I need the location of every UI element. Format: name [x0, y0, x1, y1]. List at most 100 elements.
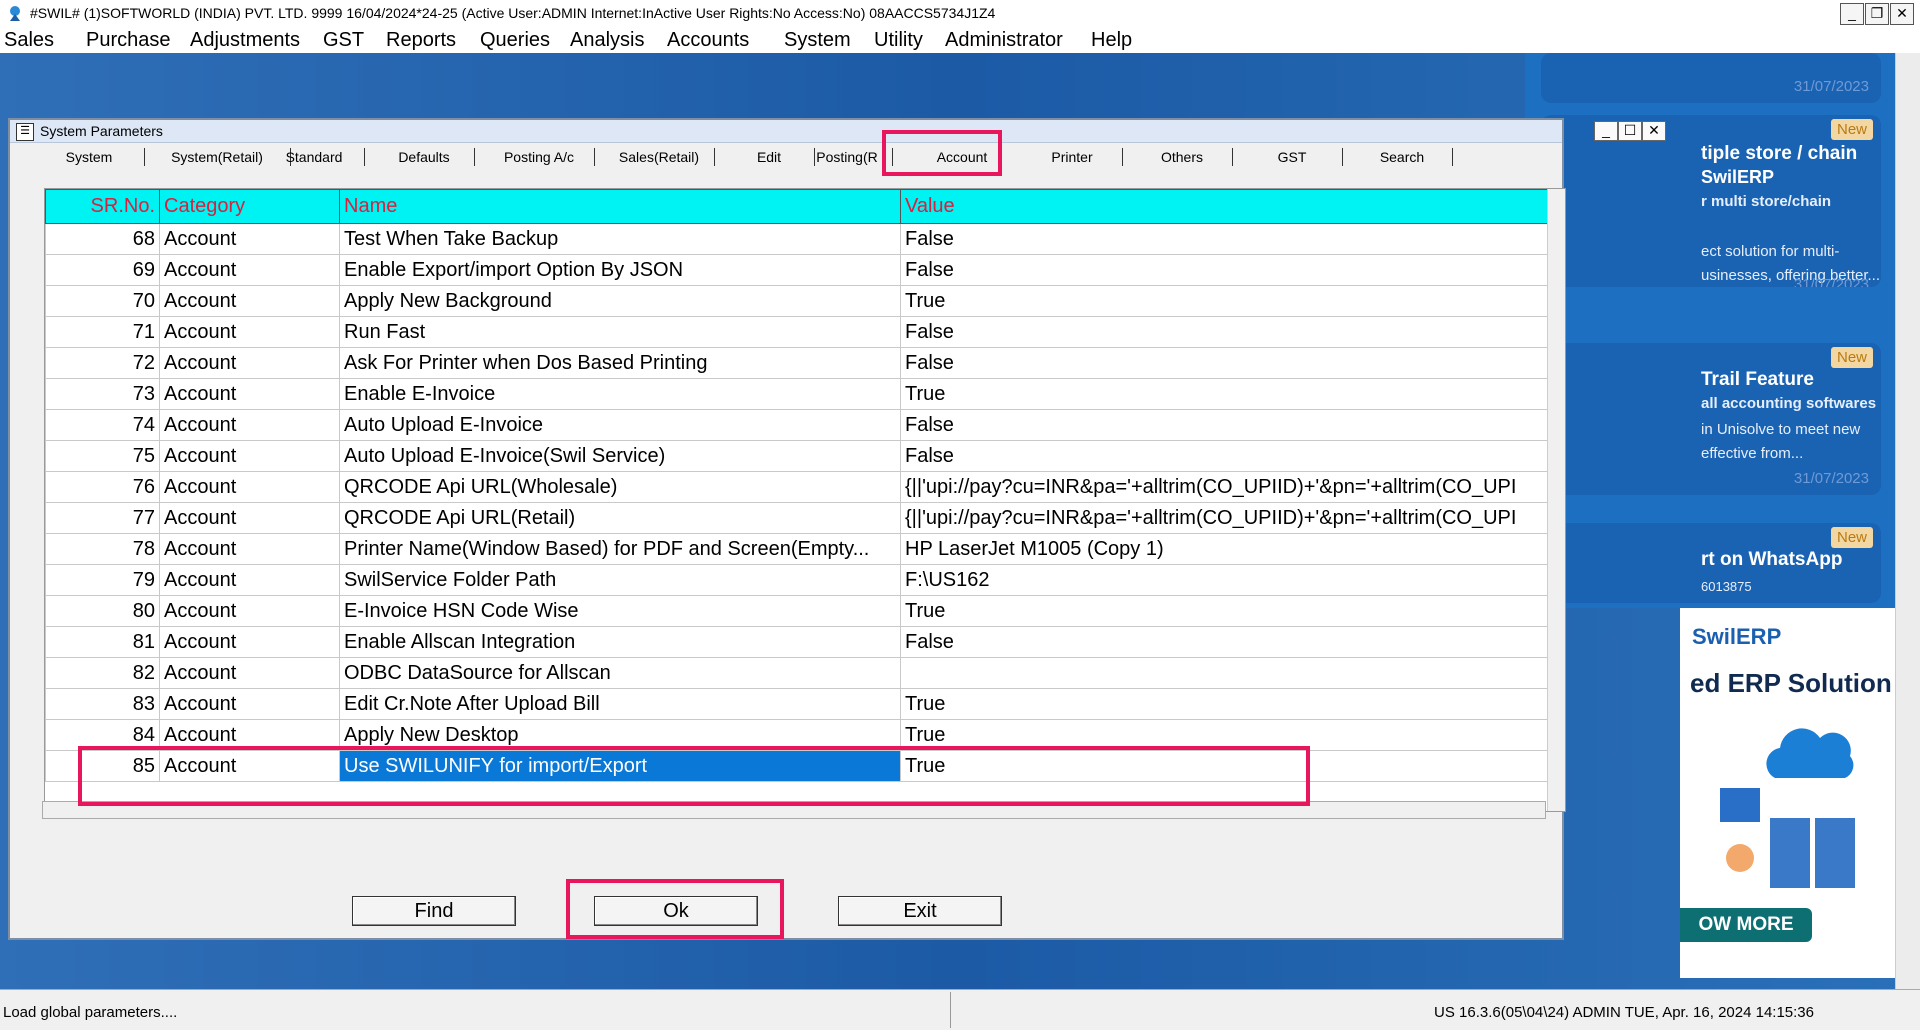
table-row[interactable]: 78 Account Printer Name(Window Based) for … — [45, 533, 1548, 565]
menu-accounts[interactable]: Accounts — [667, 29, 749, 52]
column-header-category[interactable]: Category — [159, 189, 340, 224]
menu-utility[interactable]: Utility — [874, 29, 923, 52]
row-srno: 69 — [45, 254, 160, 286]
row-category: Account — [159, 316, 340, 348]
row-srno: 72 — [45, 347, 160, 379]
row-category: Account — [159, 223, 340, 255]
menu-purchase[interactable]: Purchase — [86, 29, 171, 52]
table-row[interactable]: 77 Account QRCODE Api URL(Retail) {||'upi:/… — [45, 502, 1548, 534]
row-name: QRCODE Api URL(Wholesale) — [339, 471, 901, 503]
row-value: True — [900, 750, 1548, 782]
menu-system[interactable]: System — [784, 29, 851, 52]
table-row[interactable]: 82 Account ODBC DataSource for Allscan — [45, 657, 1548, 689]
row-srno: 74 — [45, 409, 160, 441]
parameters-table: SR.No. Category Name Value 68 Account Test Wh… — [45, 189, 1548, 782]
close-button[interactable]: ✕ — [1890, 3, 1914, 25]
table-row[interactable]: 73 Account Enable E-Invoice True — [45, 378, 1548, 410]
row-value: F:\US162 — [900, 564, 1548, 596]
window-menu-icon[interactable]: ☰ — [16, 123, 34, 141]
menu-administrator[interactable]: Administrator — [945, 29, 1063, 52]
status-separator — [950, 992, 951, 1028]
row-category: Account — [159, 347, 340, 379]
news-line: r multi store/chain — [1701, 193, 1832, 210]
table-row[interactable]: 76 Account QRCODE Api URL(Wholesale) {||'up… — [45, 471, 1548, 503]
know-more-button[interactable]: OW MORE — [1680, 908, 1812, 942]
menu-sales[interactable]: Sales — [4, 29, 54, 52]
news-date: 31/07/2023 — [1793, 276, 1869, 287]
row-category: Account — [159, 626, 340, 658]
row-value: HP LaserJet M1005 (Copy 1) — [900, 533, 1548, 565]
find-button[interactable]: Find — [352, 896, 516, 926]
row-value: {||'upi://pay?cu=INR&pa='+alltrim(CO_UPI… — [900, 502, 1548, 534]
row-category: Account — [159, 750, 340, 782]
row-name: Ask For Printer when Dos Based Printing — [339, 347, 901, 379]
row-category: Account — [159, 564, 340, 596]
tab-gst[interactable]: GST — [1242, 148, 1343, 166]
row-name: Auto Upload E-Invoice(Swil Service) — [339, 440, 901, 472]
table-row[interactable]: 84 Account Apply New Desktop True — [45, 719, 1548, 751]
menu-help[interactable]: Help — [1091, 29, 1132, 52]
row-srno: 80 — [45, 595, 160, 627]
news-card-top[interactable]: 31/07/2023 — [1541, 53, 1881, 103]
table-row[interactable]: 80 Account E-Invoice HSN Code Wise True — [45, 595, 1548, 627]
news-heading: Trail Feature — [1701, 369, 1814, 390]
window-close-button[interactable]: ✕ — [1642, 121, 1666, 141]
row-name: Enable E-Invoice — [339, 378, 901, 410]
news-line: in Unisolve to meet new — [1701, 421, 1861, 438]
row-name: Enable Export/import Option By JSON — [339, 254, 901, 286]
table-row[interactable]: 83 Account Edit Cr.Note After Upload Bill T… — [45, 688, 1548, 720]
table-row[interactable]: 81 Account Enable Allscan Integration False — [45, 626, 1548, 658]
table-row[interactable]: 69 Account Enable Export/import Option By … — [45, 254, 1548, 286]
minimize-button[interactable]: _ — [1840, 3, 1864, 25]
table-row[interactable]: 74 Account Auto Upload E-Invoice False — [45, 409, 1548, 441]
tab-defaults[interactable]: Defaults — [374, 148, 475, 166]
window-minimize-button[interactable]: _ — [1594, 121, 1618, 141]
table-row[interactable]: 79 Account SwilService Folder Path F:\US162 — [45, 564, 1548, 596]
tab-posting-a-c[interactable]: Posting A/c — [484, 148, 595, 166]
grid-vertical-scrollbar[interactable] — [1547, 189, 1565, 811]
table-row[interactable]: 68 Account Test When Take Backup False — [45, 223, 1548, 255]
table-row[interactable]: 70 Account Apply New Background True — [45, 285, 1548, 317]
row-name: Run Fast — [339, 316, 901, 348]
menu-adjustments[interactable]: Adjustments — [190, 29, 300, 52]
window-caption-title: System Parameters — [40, 123, 163, 139]
exit-button[interactable]: Exit — [838, 896, 1002, 926]
menu-gst[interactable]: GST — [323, 29, 364, 52]
new-badge: New — [1830, 347, 1873, 368]
tab-search[interactable]: Search — [1352, 148, 1453, 166]
table-row[interactable]: 72 Account Ask For Printer when Dos Based … — [45, 347, 1548, 379]
table-row[interactable]: 75 Account Auto Upload E-Invoice(Swil Serv… — [45, 440, 1548, 472]
grid-horizontal-scrollbar[interactable] — [42, 801, 1546, 819]
row-srno: 83 — [45, 688, 160, 720]
menu-analysis[interactable]: Analysis — [570, 29, 644, 52]
tab-standard[interactable]: Standard — [264, 148, 365, 166]
ok-button[interactable]: Ok — [594, 896, 758, 926]
tab-sales-retail[interactable]: Sales(Retail) — [604, 148, 715, 166]
menu-reports[interactable]: Reports — [386, 29, 456, 52]
row-category: Account — [159, 378, 340, 410]
column-header-value[interactable]: Value — [900, 189, 1548, 224]
tab-system[interactable]: System — [34, 148, 145, 166]
news-card-1[interactable]: New tiple store / chain SwilERP r multi … — [1541, 115, 1881, 287]
news-heading: rt on WhatsApp — [1701, 549, 1843, 570]
menu-queries[interactable]: Queries — [480, 29, 550, 52]
column-header-srno[interactable]: SR.No. — [45, 189, 160, 224]
tab-posting-r[interactable]: Posting(R — [802, 148, 893, 166]
news-card-2[interactable]: New Trail Feature all accounting softwar… — [1541, 343, 1881, 495]
column-header-name[interactable]: Name — [339, 189, 901, 224]
tab-account[interactable]: Account — [902, 148, 1022, 166]
desktop-scrollbar[interactable] — [1895, 53, 1920, 989]
row-value: True — [900, 285, 1548, 317]
tab-others[interactable]: Others — [1132, 148, 1233, 166]
tab-printer[interactable]: Printer — [1022, 148, 1123, 166]
row-srno: 70 — [45, 285, 160, 317]
table-row[interactable]: 85 Account Use SWILUNIFY for import/Export… — [45, 750, 1548, 782]
status-bar: Load global parameters.... US 16.3.6(05\… — [0, 989, 1920, 1030]
restore-button[interactable]: ❐ — [1865, 3, 1889, 25]
row-category: Account — [159, 502, 340, 534]
row-srno: 79 — [45, 564, 160, 596]
news-card-3[interactable]: New rt on WhatsApp 6013875 — [1541, 523, 1881, 603]
table-row[interactable]: 71 Account Run Fast False — [45, 316, 1548, 348]
window-maximize-button[interactable]: ☐ — [1618, 121, 1642, 141]
news-heading: tiple store / chain — [1701, 143, 1858, 164]
